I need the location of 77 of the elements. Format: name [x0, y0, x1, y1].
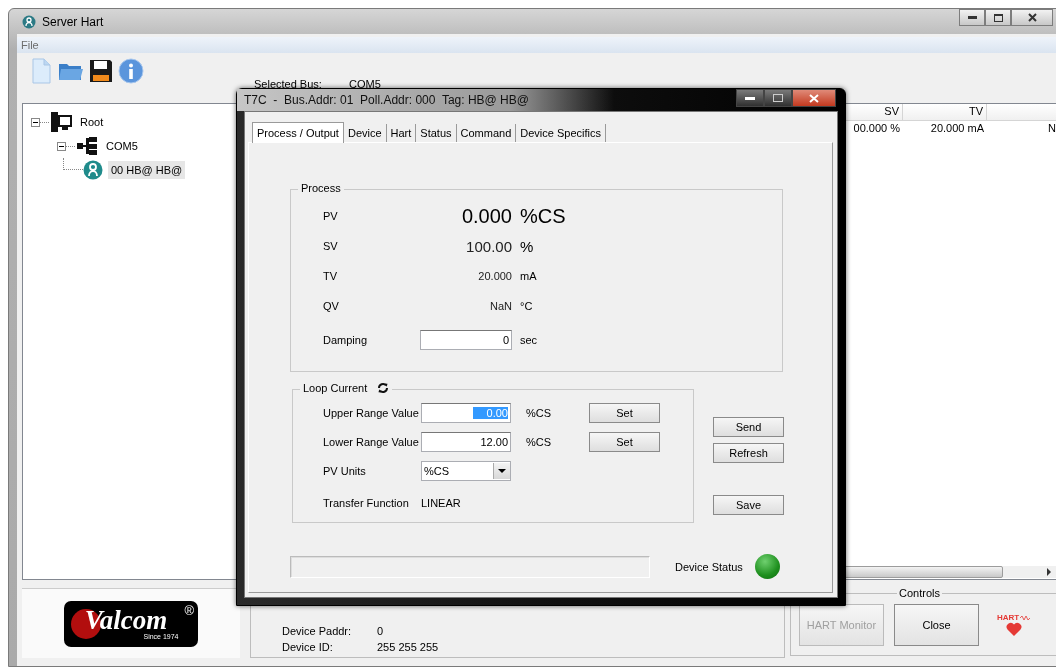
- device-icon: [83, 160, 103, 180]
- column-header[interactable]: TV: [903, 104, 987, 120]
- unit-label: %CS: [525, 436, 553, 448]
- field-label: Upper Range Value: [323, 407, 420, 419]
- refresh-icon[interactable]: [377, 382, 390, 394]
- window-title: Server Hart: [42, 14, 104, 29]
- group-title: Controls: [897, 587, 942, 599]
- maximize-button[interactable]: [764, 89, 792, 107]
- hart-logo-text: HART: [997, 613, 1020, 622]
- value-label: SV: [323, 240, 339, 252]
- status-label: Device Status: [675, 560, 743, 573]
- close-button[interactable]: Close: [894, 603, 979, 646]
- field-label: Damping: [323, 334, 369, 346]
- network-icon: [76, 135, 98, 157]
- unit-label: %CS: [525, 407, 553, 419]
- close-icon: [1027, 13, 1037, 22]
- set-button[interactable]: Set: [589, 403, 660, 423]
- group-title: Loop Current: [303, 382, 368, 394]
- unit-label: %CS: [519, 204, 567, 228]
- info-label: Device Paddr:: [282, 625, 353, 637]
- value-label: QV: [323, 300, 340, 312]
- minimize-icon: [745, 96, 755, 100]
- info-value: 255 255 255: [377, 641, 439, 653]
- value-reading: 20.000: [477, 270, 512, 282]
- close-icon: [809, 93, 819, 103]
- wave-icon: [1020, 614, 1031, 621]
- field-label: PV Units: [323, 465, 367, 477]
- value-reading: 100.00: [465, 237, 512, 255]
- tree-item[interactable]: COM5: [103, 137, 141, 155]
- value-reading: NaN: [489, 300, 512, 312]
- damping-field[interactable]: 0: [420, 330, 512, 350]
- minimize-button[interactable]: [736, 89, 764, 107]
- info-label: Device ID:: [282, 641, 334, 653]
- dropdown-arrow-icon: [498, 469, 506, 473]
- selected-bus-label: Selected Bus:: [254, 78, 323, 90]
- field-label: Lower Range Value: [323, 436, 420, 448]
- action-button[interactable]: Save: [713, 495, 784, 515]
- close-button[interactable]: [792, 89, 836, 107]
- computer-icon: [50, 111, 72, 133]
- value-label: PV: [323, 210, 339, 222]
- units-dropdown[interactable]: %CS: [421, 461, 511, 481]
- group-title: Process: [298, 182, 344, 194]
- range-field[interactable]: 12.00: [421, 432, 511, 452]
- collapse-icon[interactable]: [31, 117, 40, 127]
- value-reading: 0.000: [460, 204, 512, 228]
- value-label: TV: [323, 270, 339, 282]
- dialog-title: T7C - Bus.Addr: 01 Poll.Addr: 000 Tag: HB@ HB@: [244, 93, 529, 107]
- table-cell: N: [1048, 122, 1056, 134]
- info-value: 0: [377, 625, 384, 637]
- tree-item[interactable]: 00 HB@ HB@: [108, 161, 186, 179]
- tree-item[interactable]: Root: [77, 113, 107, 131]
- field-value: LINEAR: [421, 497, 462, 509]
- minimize-button[interactable]: [959, 9, 985, 26]
- collapse-icon[interactable]: [57, 141, 66, 151]
- unit-label: °C: [519, 300, 534, 312]
- registered-mark: ®: [184, 602, 194, 618]
- table-cell-text: 00.000 %: [852, 121, 901, 136]
- info-icon[interactable]: [118, 57, 144, 84]
- unit-label: %: [519, 237, 535, 255]
- scroll-right-arrow-icon[interactable]: [1046, 568, 1052, 576]
- heart-icon: [1005, 622, 1022, 636]
- maximize-icon: [993, 13, 1003, 22]
- menu-item[interactable]: File: [20, 39, 40, 51]
- close-button[interactable]: [1011, 9, 1053, 26]
- maximize-button[interactable]: [985, 9, 1011, 26]
- set-button[interactable]: Set: [589, 432, 660, 452]
- app-icon: [22, 14, 36, 29]
- selected-bus-value: COM5: [349, 78, 381, 90]
- action-button[interactable]: Refresh: [713, 443, 784, 463]
- unit-label: sec: [519, 334, 539, 346]
- maximize-icon: [773, 94, 783, 102]
- minimize-icon: [967, 16, 977, 19]
- field-label: Transfer Function: [323, 497, 410, 509]
- action-button[interactable]: Send: [713, 417, 784, 437]
- table-cell-text: 20.000 mA: [929, 121, 985, 136]
- unit-label: mA: [519, 270, 538, 282]
- tab[interactable]: Process / Output: [252, 122, 344, 143]
